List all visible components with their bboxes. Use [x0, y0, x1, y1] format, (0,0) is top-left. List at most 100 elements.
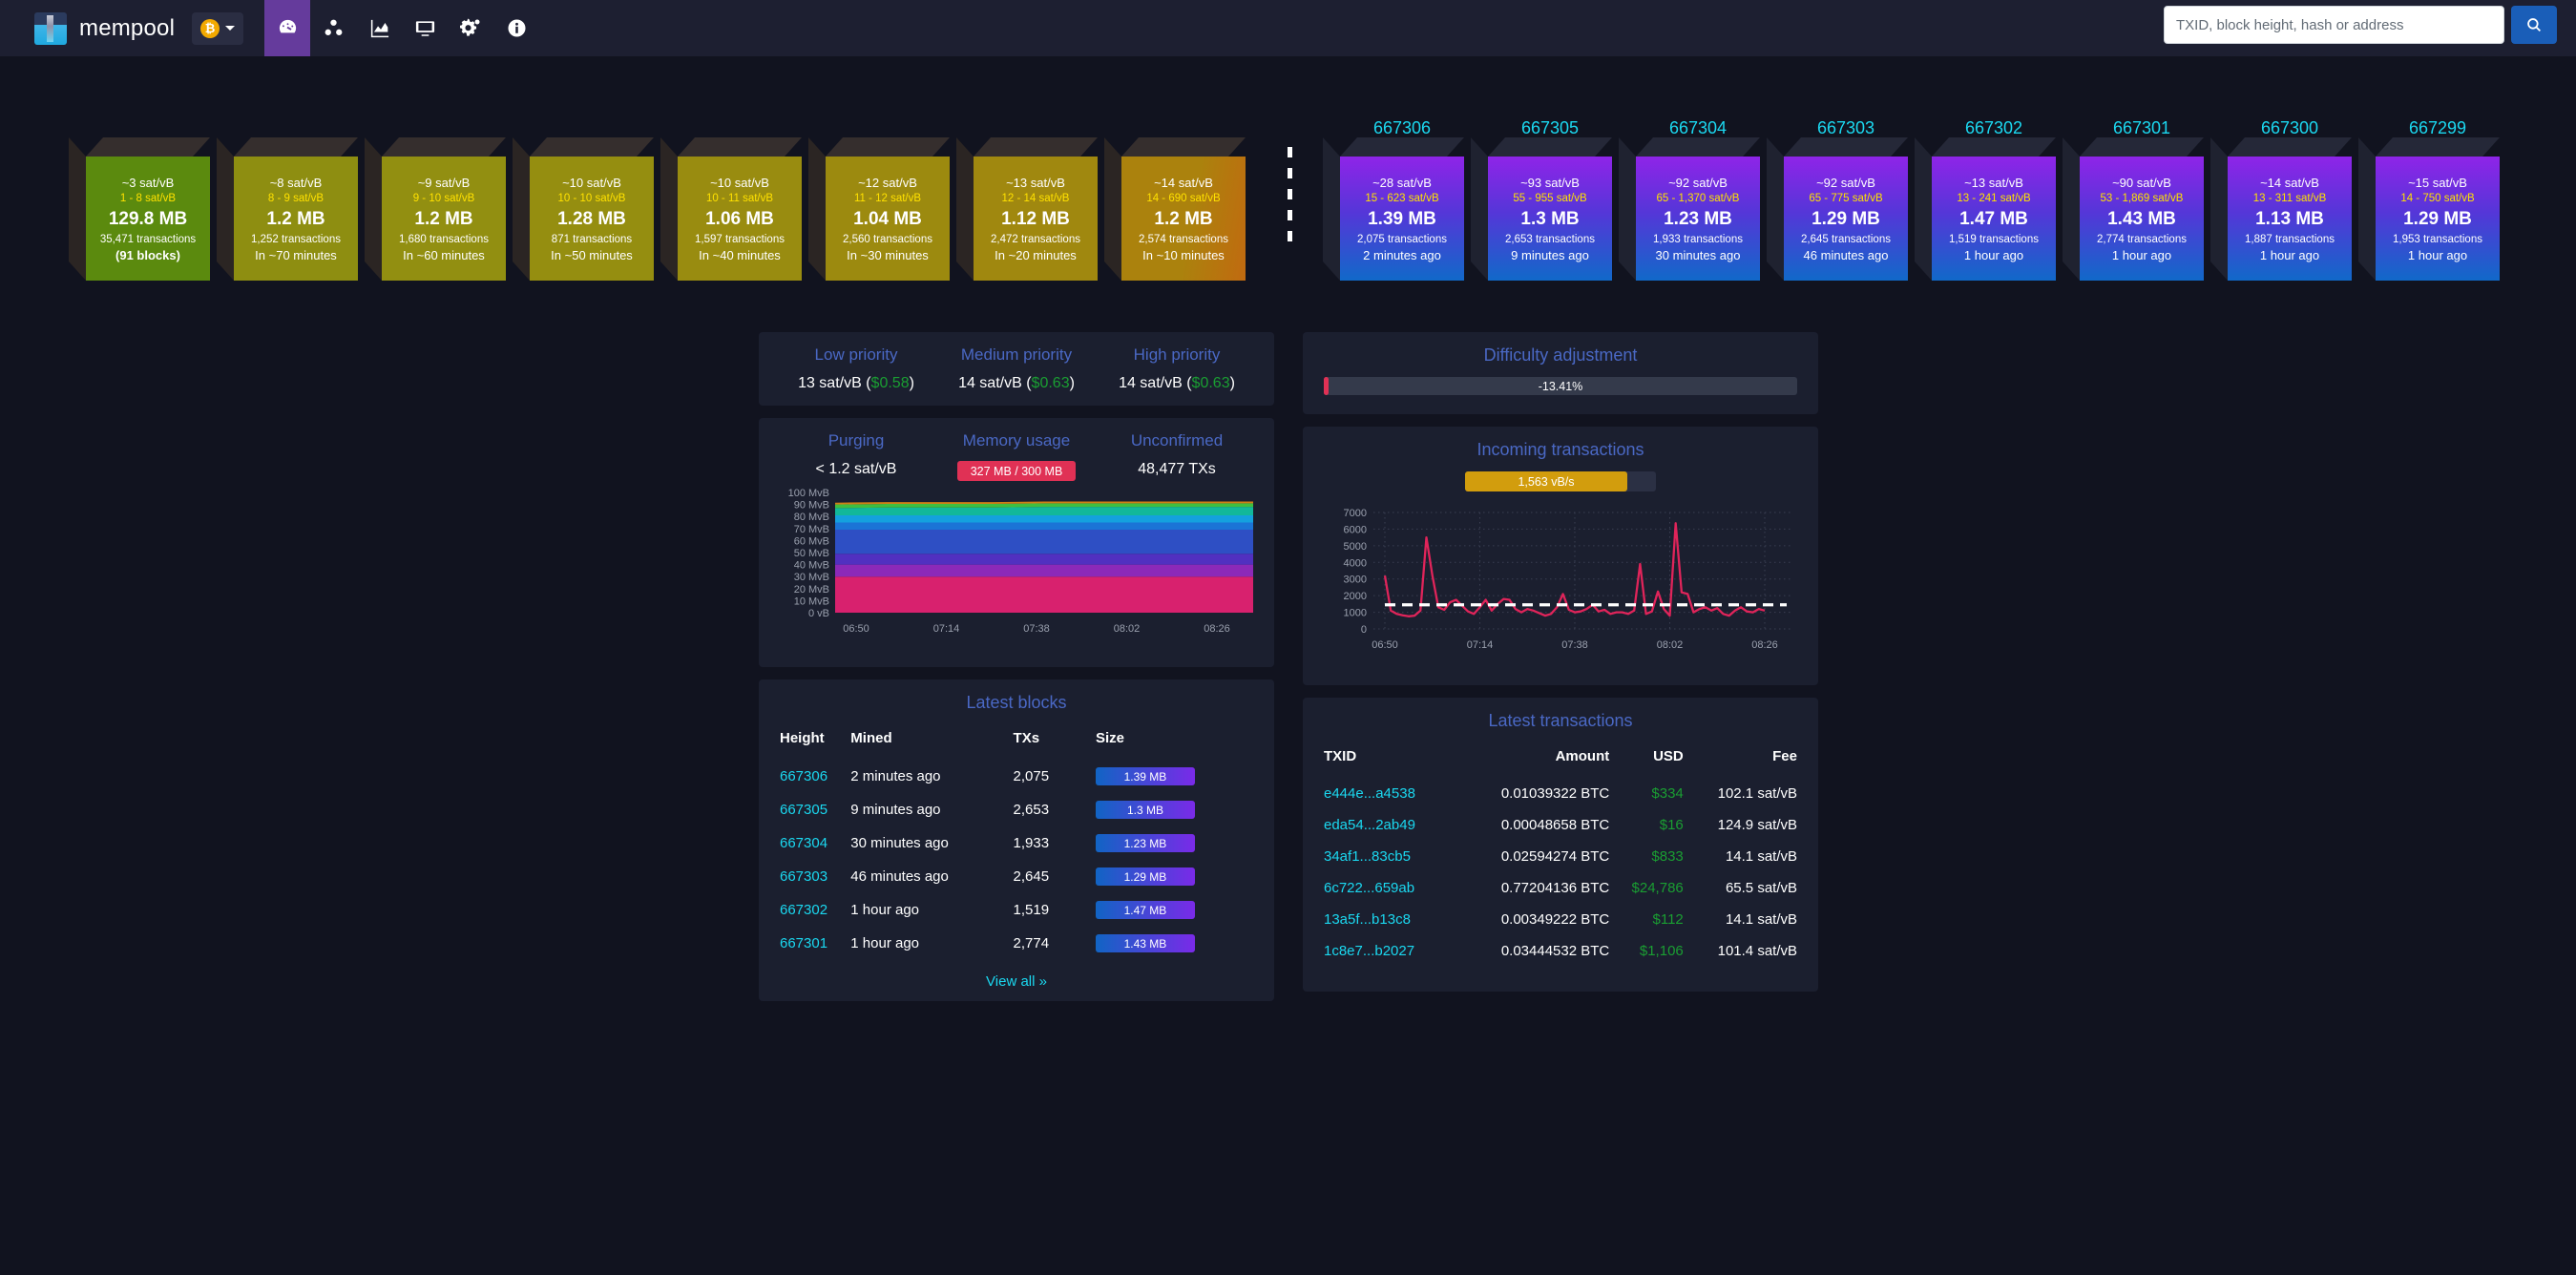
- mempool-block: ~10 sat/vB 10 - 11 sat/vB 1.06 MB 1,597 tra…: [660, 137, 802, 281]
- fee-medium-label[interactable]: Medium priority: [936, 345, 1097, 365]
- mempool-block-cube[interactable]: ~10 sat/vB 10 - 11 sat/vB 1.06 MB 1,597 tra…: [660, 137, 802, 281]
- block-front-face[interactable]: ~10 sat/vB 10 - 11 sat/vB 1.06 MB 1,597 tra…: [678, 157, 802, 281]
- block-tx-count: 1,597 transactions: [695, 233, 785, 245]
- block-front-face[interactable]: ~8 sat/vB 8 - 9 sat/vB 1.2 MB 1,252 transac…: [234, 157, 358, 281]
- mempool-block-cube[interactable]: ~14 sat/vB 14 - 690 sat/vB 1.2 MB 2,574 tra…: [1104, 137, 1246, 281]
- chain-block-cube[interactable]: ~93 sat/vB 55 - 955 sat/vB 1.3 MB 2,653 tra…: [1471, 137, 1612, 281]
- y-axis-tick: 10 MvB: [794, 596, 829, 607]
- unconfirmed-label[interactable]: Unconfirmed: [1097, 431, 1257, 450]
- tx-usd: $112: [1652, 911, 1684, 928]
- fee-low-usd: $0.58: [870, 375, 910, 391]
- difficulty-progress-fill: [1324, 377, 1329, 395]
- chain-block-height[interactable]: 667300: [2228, 118, 2352, 138]
- block-front-face[interactable]: ~93 sat/vB 55 - 955 sat/vB 1.3 MB 2,653 tra…: [1488, 157, 1612, 281]
- txid-link[interactable]: 13a5f...b13c8: [1324, 904, 1455, 935]
- chain-block-cube[interactable]: ~14 sat/vB 13 - 311 sat/vB 1.13 MB 1,887 tr…: [2210, 137, 2352, 281]
- block-front-face[interactable]: ~13 sat/vB 12 - 14 sat/vB 1.12 MB 2,472 tra…: [974, 157, 1098, 281]
- chain-block-cube[interactable]: ~28 sat/vB 15 - 623 sat/vB 1.39 MB 2,075 tr…: [1323, 137, 1464, 281]
- nav-settings-icon[interactable]: [448, 0, 493, 56]
- chain-block-height[interactable]: 667306: [1340, 118, 1464, 138]
- fee-high-label[interactable]: High priority: [1097, 345, 1257, 365]
- block-side-face: [1323, 137, 1340, 281]
- chain-block-height[interactable]: 667301: [2080, 118, 2204, 138]
- block-height-link[interactable]: 667302: [780, 893, 850, 927]
- chain-block-height[interactable]: 667303: [1784, 118, 1908, 138]
- block-front-face[interactable]: ~14 sat/vB 14 - 690 sat/vB 1.2 MB 2,574 tra…: [1121, 157, 1246, 281]
- block-front-face[interactable]: ~12 sat/vB 11 - 12 sat/vB 1.04 MB 2,560 tra…: [826, 157, 950, 281]
- block-top-face: [826, 137, 950, 157]
- y-axis-tick: 7000: [1344, 508, 1367, 519]
- chain-block-height[interactable]: 667304: [1636, 118, 1760, 138]
- block-front-face[interactable]: ~10 sat/vB 10 - 10 sat/vB 1.28 MB 871 trans…: [530, 157, 654, 281]
- nav-dashboard-icon[interactable]: [264, 0, 311, 56]
- nav-info-icon[interactable]: [493, 0, 539, 56]
- tx-usd: $334: [1651, 785, 1684, 802]
- table-row: 667301 1 hour ago 2,774 1.43 MB: [780, 927, 1253, 960]
- txid-link[interactable]: 34af1...83cb5: [1324, 841, 1455, 872]
- mempool-block-cube[interactable]: ~9 sat/vB 9 - 10 sat/vB 1.2 MB 1,680 transa…: [365, 137, 506, 281]
- chain-block-cube[interactable]: ~92 sat/vB 65 - 775 sat/vB 1.29 MB 2,645 tr…: [1767, 137, 1908, 281]
- y-axis-tick: 50 MvB: [794, 548, 829, 559]
- difficulty-adjustment-card: Difficulty adjustment -13.41%: [1303, 332, 1818, 414]
- block-height-link[interactable]: 667306: [780, 760, 850, 793]
- chain-block-cube[interactable]: ~90 sat/vB 53 - 1,869 sat/vB 1.43 MB 2,774 …: [2063, 137, 2204, 281]
- chain-block-height[interactable]: 667299: [2376, 118, 2500, 138]
- coin-selector-dropdown[interactable]: ₿: [192, 11, 244, 45]
- block-front-face[interactable]: ~90 sat/vB 53 - 1,869 sat/vB 1.43 MB 2,774 …: [2080, 157, 2204, 281]
- block-front-face[interactable]: ~3 sat/vB 1 - 8 sat/vB 129.8 MB 35,471 tran…: [86, 157, 210, 281]
- brand-name: mempool: [79, 14, 176, 41]
- block-front-face[interactable]: ~15 sat/vB 14 - 750 sat/vB 1.29 MB 1,953 tr…: [2376, 157, 2500, 281]
- chain-block-cube[interactable]: ~92 sat/vB 65 - 1,370 sat/vB 1.23 MB 1,933 …: [1619, 137, 1760, 281]
- block-fee-range: 12 - 14 sat/vB: [1001, 192, 1070, 204]
- search-input[interactable]: [2164, 6, 2504, 44]
- view-all-blocks-link[interactable]: View all »: [780, 960, 1253, 990]
- block-fee-range: 14 - 750 sat/vB: [2400, 192, 2475, 204]
- block-front-face[interactable]: ~92 sat/vB 65 - 775 sat/vB 1.29 MB 2,645 tr…: [1784, 157, 1908, 281]
- difficulty-value: -13.41%: [1538, 379, 1583, 393]
- area-series: [835, 564, 1253, 577]
- block-tx-count: 871 transactions: [551, 233, 633, 245]
- mempool-block-cube[interactable]: ~10 sat/vB 10 - 10 sat/vB 1.28 MB 871 trans…: [513, 137, 654, 281]
- txid-link[interactable]: 6c722...659ab: [1324, 872, 1455, 904]
- mempool-block-cube[interactable]: ~12 sat/vB 11 - 12 sat/vB 1.04 MB 2,560 tra…: [808, 137, 950, 281]
- chain-block-height[interactable]: 667302: [1932, 118, 2056, 138]
- search-button[interactable]: [2511, 6, 2557, 44]
- y-axis-tick: 3000: [1344, 575, 1367, 586]
- block-height-link[interactable]: 667304: [780, 826, 850, 860]
- chain-block-cube[interactable]: ~13 sat/vB 13 - 241 sat/vB 1.47 MB 1,519 tr…: [1915, 137, 2056, 281]
- block-top-face: [974, 137, 1098, 157]
- block-front-face[interactable]: ~28 sat/vB 15 - 623 sat/vB 1.39 MB 2,075 tr…: [1340, 157, 1464, 281]
- block-top-face: [1340, 137, 1464, 157]
- block-front-face[interactable]: ~13 sat/vB 13 - 241 sat/vB 1.47 MB 1,519 tr…: [1932, 157, 2056, 281]
- chain-block: 667306 ~28 sat/vB 15 - 623 sat/vB 1.39 MB 2,…: [1323, 118, 1464, 281]
- txid-link[interactable]: 1c8e7...b2027: [1324, 935, 1455, 967]
- block-top-face: [382, 137, 506, 157]
- chain-block-cube[interactable]: ~15 sat/vB 14 - 750 sat/vB 1.29 MB 1,953 tr…: [2358, 137, 2500, 281]
- block-front-face[interactable]: ~14 sat/vB 13 - 311 sat/vB 1.13 MB 1,887 tr…: [2228, 157, 2352, 281]
- block-height-link[interactable]: 667305: [780, 793, 850, 826]
- block-median-fee: ~12 sat/vB: [858, 175, 917, 190]
- nav-blocks-icon[interactable]: [310, 0, 356, 56]
- chain-block-height[interactable]: 667305: [1488, 118, 1612, 138]
- txid-link[interactable]: e444e...a4538: [1324, 778, 1455, 809]
- top-navbar: mempool ₿: [0, 0, 2576, 56]
- block-front-face[interactable]: ~9 sat/vB 9 - 10 sat/vB 1.2 MB 1,680 transa…: [382, 157, 506, 281]
- purging-label[interactable]: Purging: [776, 431, 936, 450]
- memory-usage-label[interactable]: Memory usage: [936, 431, 1097, 450]
- txid-link[interactable]: eda54...2ab49: [1324, 809, 1455, 841]
- nav-tv-icon[interactable]: [402, 0, 448, 56]
- latest-blocks-title[interactable]: Latest blocks: [780, 693, 1253, 713]
- block-height-link[interactable]: 667303: [780, 860, 850, 893]
- block-size-bar: 1.29 MB: [1095, 867, 1195, 886]
- fee-low-label[interactable]: Low priority: [776, 345, 936, 365]
- nav-graphs-icon[interactable]: [356, 0, 402, 56]
- fee-medium: Medium priority 14 sat/vB ($0.63): [936, 345, 1097, 392]
- block-side-face: [1619, 137, 1636, 281]
- brand-logo[interactable]: mempool: [34, 11, 176, 45]
- latest-transactions-title[interactable]: Latest transactions: [1324, 711, 1797, 731]
- block-height-link[interactable]: 667301: [780, 927, 850, 960]
- mempool-block-cube[interactable]: ~13 sat/vB 12 - 14 sat/vB 1.12 MB 2,472 tra…: [956, 137, 1098, 281]
- block-front-face[interactable]: ~92 sat/vB 65 - 1,370 sat/vB 1.23 MB 1,933 …: [1636, 157, 1760, 281]
- mempool-block-cube[interactable]: ~3 sat/vB 1 - 8 sat/vB 129.8 MB 35,471 tran…: [69, 137, 210, 281]
- mempool-block-cube[interactable]: ~8 sat/vB 8 - 9 sat/vB 1.2 MB 1,252 transac…: [217, 137, 358, 281]
